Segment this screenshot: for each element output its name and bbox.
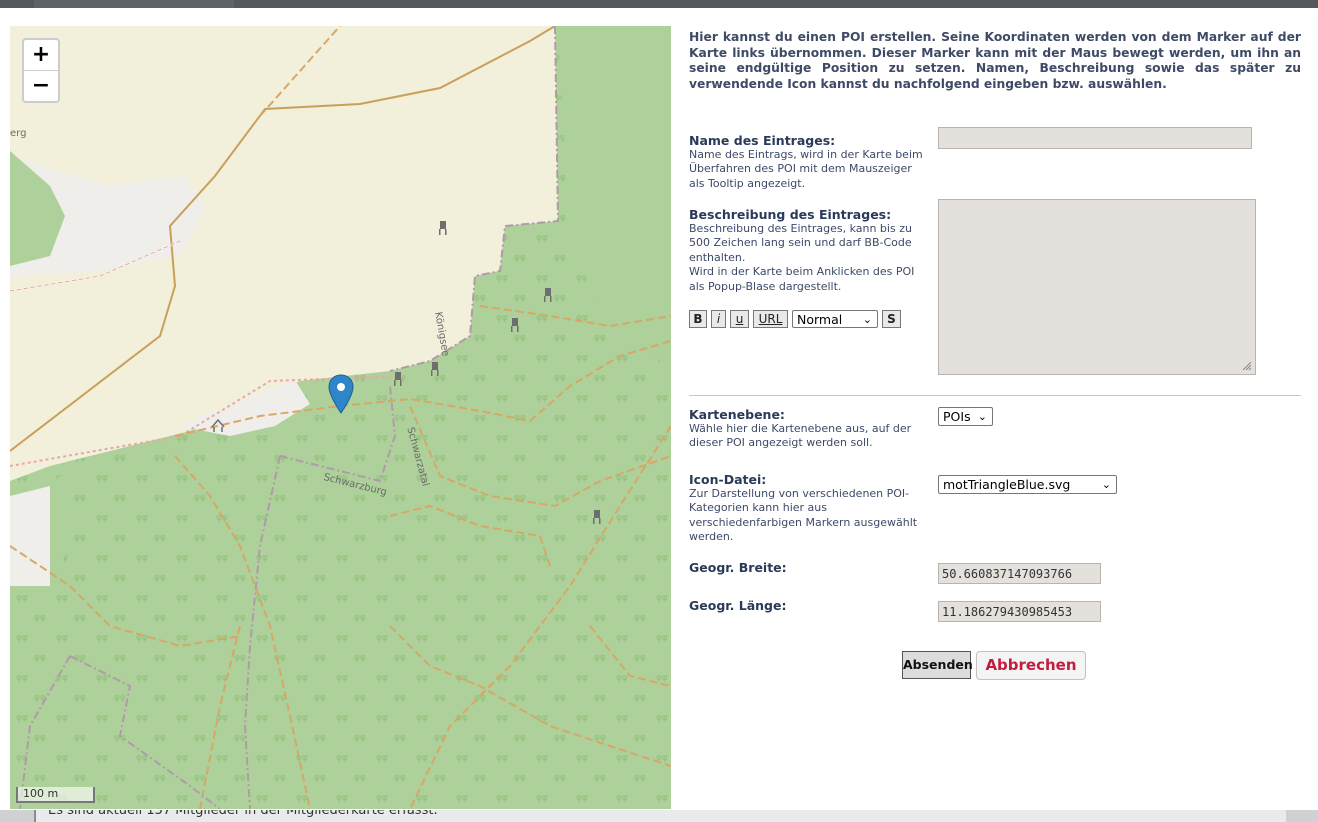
lat-input[interactable] [938, 563, 1101, 584]
description-desc: Beschreibung des Eintrages, kann bis zu … [689, 222, 912, 264]
resize-handle-icon[interactable] [1242, 361, 1252, 371]
name-input[interactable] [938, 127, 1252, 149]
poi-form: Hier kannst du einen POI erstellen. Sein… [689, 30, 1301, 622]
layer-select[interactable]: POIs ⌄ [938, 407, 993, 426]
layer-row: Kartenebene: Wähle hier die Kartenebene … [689, 407, 1301, 451]
icon-select[interactable]: motTriangleBlue.svg ⌄ [938, 475, 1117, 494]
map[interactable]: φφ φφ [10, 26, 671, 809]
font-size-select[interactable]: Normal ⌄ [792, 310, 878, 328]
description-row: Beschreibung des Eintrages: Beschreibung… [689, 199, 1301, 375]
map-scale: 100 m [16, 787, 95, 803]
font-size-value: Normal [797, 312, 843, 327]
zoom-out-button[interactable]: − [24, 70, 58, 101]
icon-row: Icon-Datei: Zur Darstellung von verschie… [689, 472, 1301, 545]
zoom-control: + − [22, 38, 60, 103]
description-desc-2: Wird in der Karte beim Anklicken des POI… [689, 265, 915, 293]
cancel-button[interactable]: Abbrechen [976, 651, 1086, 680]
chevron-down-icon: ⌄ [862, 313, 872, 326]
lon-row: Geogr. Länge: [689, 598, 1301, 622]
layer-label: Kartenebene: [689, 407, 785, 422]
chevron-down-icon: ⌄ [977, 410, 987, 423]
strike-button[interactable]: S [882, 310, 901, 328]
bbcode-toolbar: B i u URL Normal ⌄ S [689, 310, 929, 330]
background-header-text [34, 0, 234, 8]
map-tiles: φφ φφ [10, 26, 671, 809]
bold-button[interactable]: B [689, 310, 707, 328]
map-label-berg: erg [10, 128, 27, 139]
poi-marker-icon[interactable] [328, 374, 354, 414]
name-desc: Name des Eintrags, wird in der Karte bei… [689, 148, 923, 190]
submit-button[interactable]: Absenden [902, 651, 973, 679]
layer-desc: Wähle hier die Kartenebene aus, auf der … [689, 422, 912, 450]
italic-button[interactable]: i [711, 310, 726, 328]
chevron-down-icon: ⌄ [1101, 478, 1111, 491]
name-row: Name des Eintrages: Name des Eintrags, w… [689, 127, 1301, 191]
lon-input[interactable] [938, 601, 1101, 622]
poi-dialog: φφ φφ [0, 8, 1318, 810]
url-button[interactable]: URL [753, 310, 788, 328]
underline-button[interactable]: u [730, 310, 749, 328]
icon-value: motTriangleBlue.svg [943, 477, 1071, 492]
icon-desc: Zur Darstellung von verschiedenen POI-Ka… [689, 487, 918, 544]
zoom-in-button[interactable]: + [24, 40, 58, 70]
layer-value: POIs [943, 409, 971, 424]
lat-row: Geogr. Breite: [689, 560, 1301, 584]
intro-text: Hier kannst du einen POI erstellen. Sein… [689, 30, 1301, 91]
divider [689, 395, 1301, 396]
description-textarea[interactable] [938, 199, 1256, 375]
